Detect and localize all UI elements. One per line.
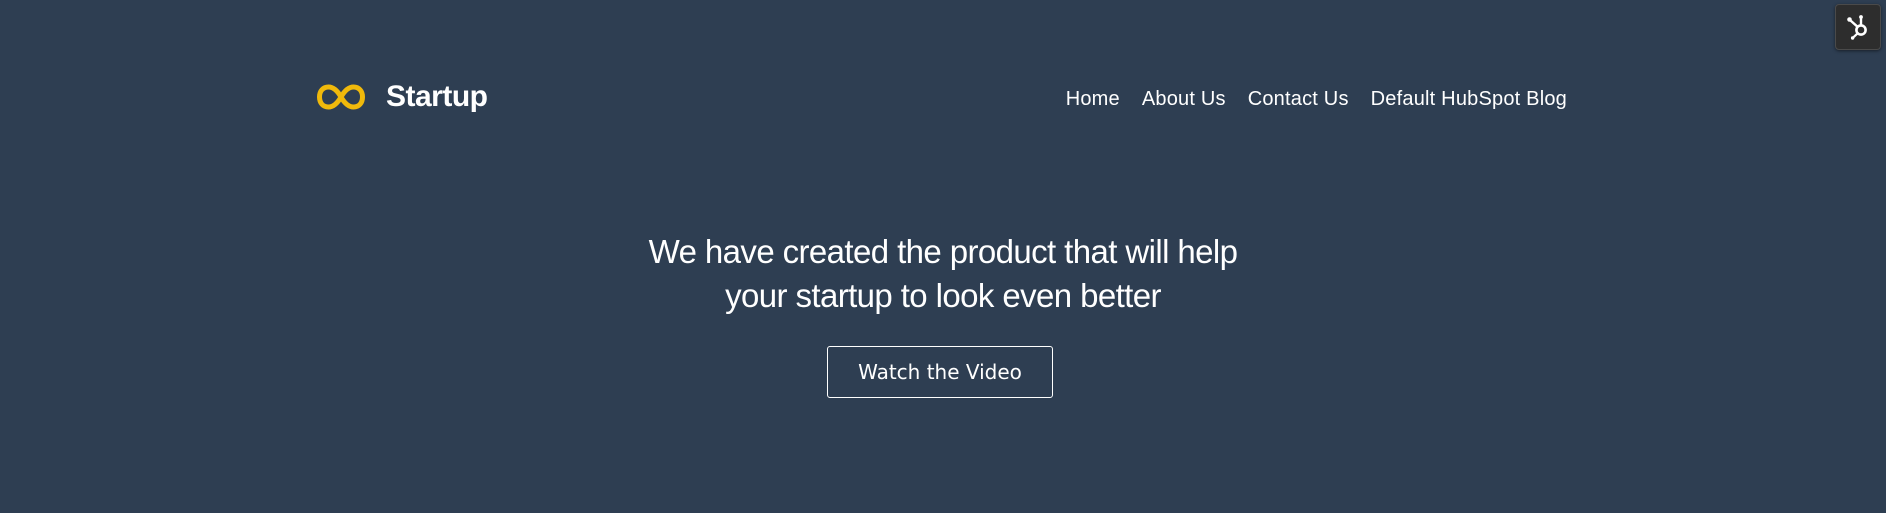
- main-nav: Home About Us Contact Us Default HubSpot…: [1066, 88, 1567, 111]
- logo-text: Startup: [386, 80, 488, 113]
- hero-heading: We have created the product that will he…: [0, 230, 1886, 318]
- nav-item-home[interactable]: Home: [1066, 88, 1120, 111]
- nav-item-contact-us[interactable]: Contact Us: [1248, 88, 1349, 111]
- infinity-icon: [317, 84, 365, 110]
- site-logo[interactable]: Startup: [316, 78, 488, 116]
- hubspot-sprocket-icon: [1847, 15, 1867, 40]
- hubspot-widget-button[interactable]: [1835, 4, 1881, 50]
- watch-video-button[interactable]: Watch the Video: [827, 346, 1053, 398]
- hero-heading-line-2: your startup to look even better: [725, 277, 1161, 314]
- nav-item-blog[interactable]: Default HubSpot Blog: [1371, 88, 1567, 111]
- nav-item-about-us[interactable]: About Us: [1142, 88, 1226, 111]
- hero-heading-line-1: We have created the product that will he…: [648, 233, 1238, 270]
